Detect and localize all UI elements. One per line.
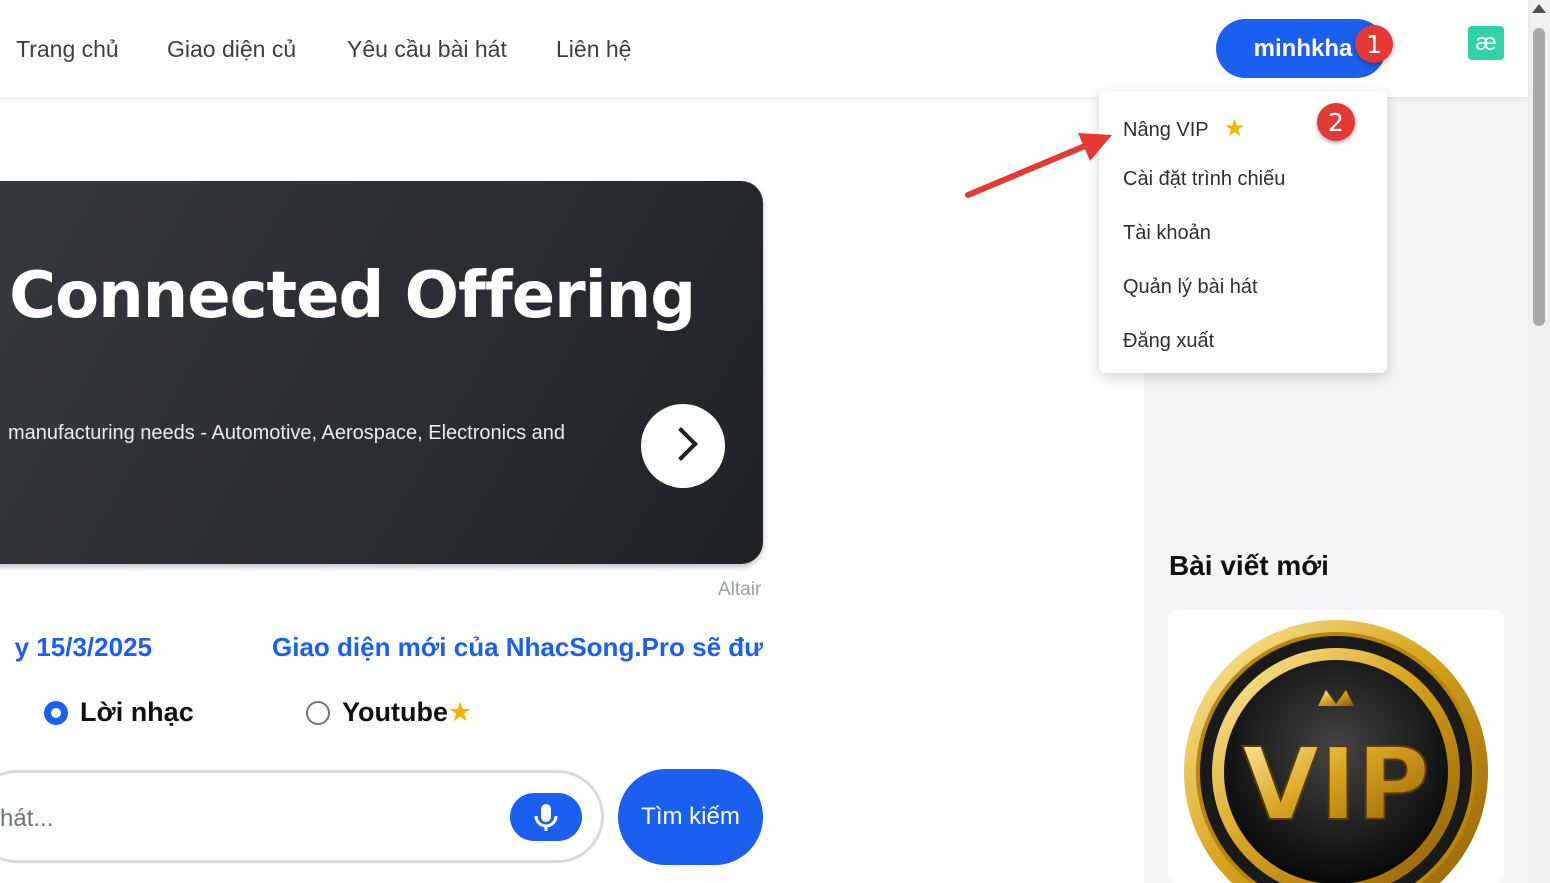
radio-youtube-label[interactable]: Youtube★ xyxy=(342,697,472,728)
announcement-left[interactable]: y 15/3/2025 xyxy=(15,632,152,663)
dropdown-item-label: Nâng VIP xyxy=(1123,119,1209,141)
dropdown-item-logout[interactable]: Đăng xuất xyxy=(1123,330,1214,353)
banner-title: ne, Connected Offering xyxy=(0,259,696,333)
dropdown-item-manage-songs[interactable]: Quản lý bài hát xyxy=(1123,276,1258,299)
annotation-badge-1: 1 xyxy=(1355,25,1393,63)
star-icon: ★ xyxy=(447,697,473,727)
dropdown-item-account[interactable]: Tài khoản xyxy=(1123,222,1211,245)
nav-link-contact[interactable]: Liên hệ xyxy=(556,36,631,63)
scrollbar-thumb[interactable] xyxy=(1533,28,1545,326)
radio-youtube[interactable] xyxy=(306,701,330,725)
annotation-arrow-icon xyxy=(965,133,1112,198)
banner-caption: Altair xyxy=(718,579,762,600)
mic-button[interactable] xyxy=(510,793,582,841)
user-dropdown-menu: Nâng VIP ★ 2 Cài đặt trình chiếu Tài kho… xyxy=(1099,91,1387,373)
annotation-badge-2: 2 xyxy=(1317,103,1355,141)
radio-youtube-text: Youtube xyxy=(342,697,448,727)
banner-next-chevron-right-icon[interactable] xyxy=(641,404,725,488)
hero-banner: ne, Connected Offering manufacturing nee… xyxy=(0,181,763,564)
star-icon: ★ xyxy=(1223,115,1246,142)
banner-subtitle: manufacturing needs - Automotive, Aerosp… xyxy=(8,422,565,444)
vip-badge-text: VIP xyxy=(1242,726,1430,843)
sidebar-title: Bài viết mới xyxy=(1169,550,1329,581)
nav-link-old-interface[interactable]: Giao diện củ xyxy=(167,36,296,63)
mic-icon xyxy=(534,804,558,831)
nav-link-home[interactable]: Trang chủ xyxy=(16,36,119,63)
top-navbar: Trang chủ Giao diện củ Yêu cầu bài hát L… xyxy=(0,0,1528,97)
radio-lyrics[interactable] xyxy=(44,701,68,725)
post-card[interactable]: VIP xyxy=(1168,610,1504,883)
dropdown-item-upgrade-vip[interactable]: Nâng VIP ★ xyxy=(1123,114,1245,143)
announcement-right[interactable]: Giao diện mới của NhacSong.Pro sẽ đư xyxy=(272,632,764,663)
search-button[interactable]: Tìm kiếm xyxy=(618,769,763,865)
user-name-label: minhkha xyxy=(1253,34,1353,62)
dropdown-item-slideshow-settings[interactable]: Cài đặt trình chiếu xyxy=(1123,168,1285,191)
nav-link-song-request[interactable]: Yêu cầu bài hát xyxy=(347,36,507,63)
vip-badge-image: VIP xyxy=(1184,620,1488,883)
radio-lyrics-label[interactable]: Lời nhạc xyxy=(80,697,194,728)
search-input-placeholder: hát... xyxy=(0,805,54,832)
extension-icon[interactable]: æ xyxy=(1468,26,1504,60)
scroll-up-arrow-icon[interactable] xyxy=(1532,4,1546,13)
